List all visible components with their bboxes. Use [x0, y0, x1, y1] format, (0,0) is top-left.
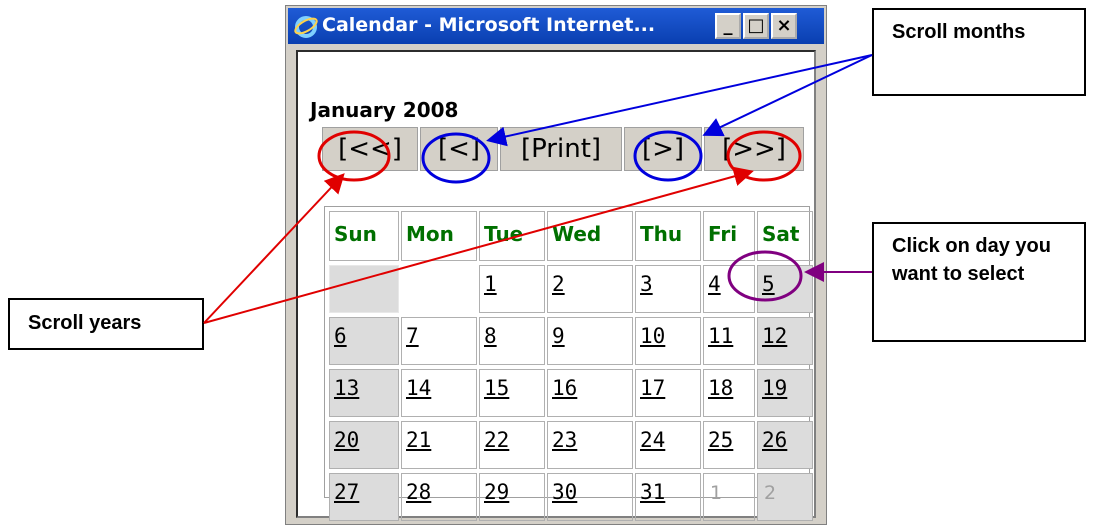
day-cell[interactable]: 26 — [757, 421, 813, 469]
day-link[interactable]: 18 — [708, 376, 733, 400]
day-cell[interactable]: 12 — [757, 317, 813, 365]
day-cell[interactable]: 5 — [757, 265, 813, 313]
day-link[interactable]: 26 — [762, 428, 787, 452]
title-bar[interactable]: Calendar - Microsoft Internet... _ □ × — [288, 8, 824, 44]
day-cell[interactable]: 6 — [329, 317, 399, 365]
day-link[interactable]: 9 — [552, 324, 565, 348]
day-cell[interactable]: 25 — [703, 421, 755, 469]
day-link[interactable]: 3 — [640, 272, 653, 296]
day-link[interactable]: 8 — [484, 324, 497, 348]
day-link[interactable]: 14 — [406, 376, 431, 400]
day-cell[interactable]: 24 — [635, 421, 701, 469]
next-year-button[interactable]: [>>] — [704, 127, 804, 171]
day-link[interactable]: 22 — [484, 428, 509, 452]
day-link[interactable]: 4 — [708, 272, 721, 296]
empty-day-cell — [329, 265, 399, 313]
window-title: Calendar - Microsoft Internet... — [322, 14, 656, 36]
day-link[interactable]: 23 — [552, 428, 577, 452]
callout-scroll-months: Scroll months — [872, 8, 1086, 96]
day-cell[interactable]: 7 — [401, 317, 477, 365]
day-cell[interactable]: 1 — [703, 473, 755, 521]
day-cell[interactable]: 30 — [547, 473, 633, 521]
weekday-header: Sat — [757, 211, 813, 261]
day-link[interactable]: 25 — [708, 428, 733, 452]
calendar-grid: Sun Mon Tue Wed Thu Fri Sat 1 2 3 4 5 6 7 8 9 10 11 12 13 14… — [324, 206, 813, 521]
day-cell[interactable]: 2 — [757, 473, 813, 521]
day-cell[interactable]: 3 — [635, 265, 701, 313]
day-cell[interactable]: 31 — [635, 473, 701, 521]
day-cell[interactable]: 2 — [547, 265, 633, 313]
day-cell[interactable]: 28 — [401, 473, 477, 521]
day-link[interactable]: 29 — [484, 480, 509, 504]
day-link[interactable]: 12 — [762, 324, 787, 348]
day-cell[interactable]: 10 — [635, 317, 701, 365]
day-cell[interactable]: 21 — [401, 421, 477, 469]
day-cell[interactable]: 22 — [479, 421, 545, 469]
weekday-header: Thu — [635, 211, 701, 261]
day-link[interactable]: 7 — [406, 324, 419, 348]
day-link[interactable]: 1 — [484, 272, 497, 296]
weekday-header: Wed — [547, 211, 633, 261]
callout-scroll-years: Scroll years — [8, 298, 204, 350]
day-link[interactable]: 27 — [334, 480, 359, 504]
weekday-header: Sun — [329, 211, 399, 261]
empty-day-cell — [401, 265, 477, 313]
day-cell[interactable]: 16 — [547, 369, 633, 417]
day-link[interactable]: 21 — [406, 428, 431, 452]
month-title: January 2008 — [310, 98, 459, 122]
next-month-button[interactable]: [>] — [624, 127, 702, 171]
print-button[interactable]: [Print] — [500, 127, 622, 171]
day-cell[interactable]: 18 — [703, 369, 755, 417]
weekday-header: Tue — [479, 211, 545, 261]
day-link[interactable]: 30 — [552, 480, 577, 504]
day-link[interactable]: 24 — [640, 428, 665, 452]
calendar-nav: [<<] [<] [Print] [>] [>>] — [322, 127, 804, 171]
day-cell[interactable]: 23 — [547, 421, 633, 469]
day-cell[interactable]: 1 — [479, 265, 545, 313]
day-link[interactable]: 1 — [710, 482, 722, 504]
prev-year-button[interactable]: [<<] — [322, 127, 418, 171]
day-link[interactable]: 2 — [552, 272, 565, 296]
minimize-button[interactable]: _ — [715, 13, 741, 39]
day-link[interactable]: 17 — [640, 376, 665, 400]
day-link[interactable]: 16 — [552, 376, 577, 400]
prev-month-button[interactable]: [<] — [420, 127, 498, 171]
day-link[interactable]: 28 — [406, 480, 431, 504]
day-link[interactable]: 10 — [640, 324, 665, 348]
day-cell[interactable]: 14 — [401, 369, 477, 417]
day-link[interactable]: 2 — [764, 482, 776, 504]
day-cell[interactable]: 15 — [479, 369, 545, 417]
day-cell[interactable]: 8 — [479, 317, 545, 365]
day-cell[interactable]: 19 — [757, 369, 813, 417]
day-cell[interactable]: 29 — [479, 473, 545, 521]
day-cell[interactable]: 17 — [635, 369, 701, 417]
day-cell[interactable]: 20 — [329, 421, 399, 469]
day-cell[interactable]: 9 — [547, 317, 633, 365]
weekday-header: Mon — [401, 211, 477, 261]
day-link[interactable]: 19 — [762, 376, 787, 400]
day-cell[interactable]: 4 — [703, 265, 755, 313]
maximize-button[interactable]: □ — [743, 13, 769, 39]
day-link[interactable]: 13 — [334, 376, 359, 400]
day-cell[interactable]: 13 — [329, 369, 399, 417]
weekday-header: Fri — [703, 211, 755, 261]
day-cell[interactable]: 11 — [703, 317, 755, 365]
internet-explorer-icon — [294, 16, 318, 38]
day-link[interactable]: 5 — [762, 272, 775, 296]
day-link[interactable]: 31 — [640, 480, 665, 504]
close-button[interactable]: × — [771, 13, 797, 39]
day-link[interactable]: 6 — [334, 324, 347, 348]
day-link[interactable]: 20 — [334, 428, 359, 452]
day-link[interactable]: 15 — [484, 376, 509, 400]
day-cell[interactable]: 27 — [329, 473, 399, 521]
day-link[interactable]: 11 — [708, 324, 733, 348]
callout-click-day: Click on day you want to select — [872, 222, 1086, 342]
